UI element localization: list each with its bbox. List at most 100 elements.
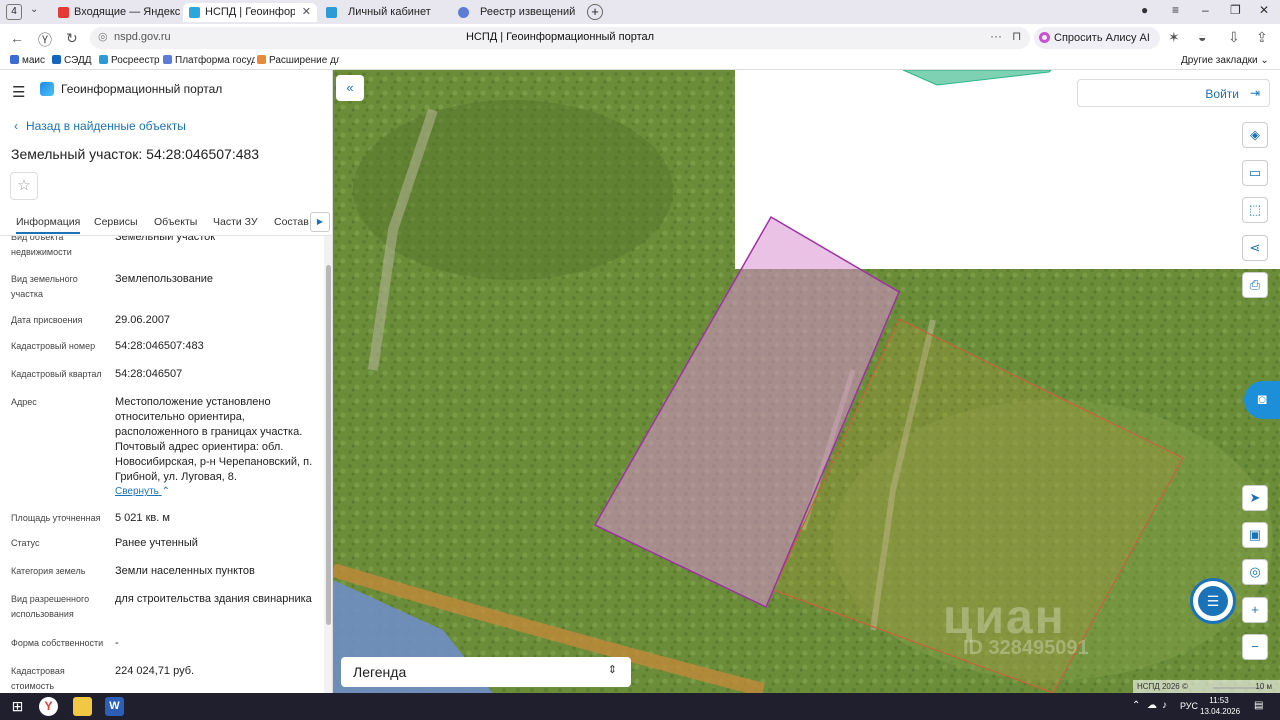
url-field[interactable]: ◎ nspd.gov.ru НСПД | Геоинформационный п… [90, 27, 1030, 49]
other-bookmarks[interactable]: Другие закладки ⌄ [1181, 55, 1269, 66]
word-icon[interactable]: W [105, 697, 124, 716]
property-label: Вид объекта недвижимости [11, 236, 72, 257]
collapse-panel-button[interactable]: « [336, 75, 364, 101]
geolocation-button[interactable]: ◎ [1242, 559, 1268, 585]
chat-bubble-icon: ◙ [1257, 391, 1267, 408]
caret-right-icon: ▶ [316, 217, 324, 226]
back-arrow-icon[interactable]: ← [10, 30, 24, 46]
more-icon[interactable]: ··· [990, 29, 1002, 43]
bookmark-sedd[interactable]: СЭДД [52, 55, 92, 66]
minimize-icon[interactable]: – [1202, 3, 1209, 17]
tab-objects[interactable]: Объекты [154, 216, 197, 228]
minus-icon: − [1251, 639, 1259, 654]
browser-tab-label: НСПД | Геоинформационный портал [205, 6, 295, 18]
extensions-icon[interactable]: ✶ [1168, 29, 1180, 46]
close-tab-icon[interactable]: ✕ [302, 3, 311, 22]
zoom-out-button[interactable]: − [1242, 634, 1268, 660]
windows-start-icon[interactable]: ⊞ [8, 697, 27, 716]
menu-icon[interactable]: ≡ [1172, 3, 1179, 17]
windows-taskbar: ⊞ Y W ⌃ ☁ ♪ РУС 11:53 13.04.2026 ▤ [0, 693, 1280, 720]
property-label: Дата присвоения [11, 315, 83, 325]
browser-tab-nspd[interactable]: НСПД | Геоинформационный портал ✕ [183, 3, 317, 22]
legend-dropdown[interactable]: Легенда ⇕ [341, 657, 631, 687]
collapse-address-link[interactable]: Свернуть ⌃ [115, 486, 170, 497]
tray-chevron-icon[interactable]: ⌃ [1132, 700, 1140, 711]
bookmark-extension[interactable]: Расширение для... [257, 55, 339, 66]
reload-icon[interactable]: ↻ [66, 30, 78, 47]
zoom-in-button[interactable]: + [1242, 597, 1268, 623]
alice-label: Спросить Алису AI [1054, 32, 1150, 44]
tab-info[interactable]: Информация [16, 216, 81, 234]
property-label: Кадастровый квартал [11, 369, 102, 379]
tab-composition[interactable]: Состав [274, 216, 309, 228]
select-area-button[interactable]: ⬚ [1242, 197, 1268, 223]
property-label: Кадастровая стоимость [11, 666, 65, 691]
browser-tab-mail[interactable]: Входящие — Яндекс Почта [52, 3, 180, 22]
property-label: Форма собственности [11, 638, 104, 648]
tabs-scroll-right-button[interactable]: ▶ [310, 212, 330, 232]
clock[interactable]: 11:53 13.04.2026 [1200, 695, 1241, 717]
hamburger-menu-icon[interactable]: ☰ [12, 83, 25, 101]
sort-arrows-icon: ⇕ [607, 664, 617, 676]
property-label: Адрес [11, 397, 37, 407]
new-tab-button[interactable]: + [587, 4, 603, 20]
layers-button[interactable]: ◈ [1242, 122, 1268, 148]
property-value: 5 021 кв. м [115, 512, 170, 524]
measure-button[interactable]: ▭ [1242, 160, 1268, 186]
legend-label: Легенда [353, 664, 407, 680]
bookmark-platform[interactable]: Платформа госуд... [163, 55, 255, 66]
browser-tab-registry[interactable]: Реестр извещений [452, 3, 582, 22]
minimap-icon: ▣ [1248, 527, 1262, 542]
print-button[interactable]: ⎙ [1242, 272, 1268, 298]
star-icon: ☆ [17, 177, 31, 194]
yandex-icon[interactable]: Ⓨ [38, 30, 52, 50]
locate-button[interactable]: ➤ [1242, 485, 1268, 511]
share-page-icon[interactable]: ⇪ [1256, 29, 1268, 46]
yandex-browser-icon[interactable]: Y [39, 697, 58, 716]
login-button[interactable]: Войти ⇥ [1077, 79, 1270, 107]
network-icon[interactable]: ☁ [1147, 700, 1157, 711]
registry-favicon-icon [458, 7, 469, 18]
restore-icon[interactable]: ❐ [1230, 3, 1241, 17]
scale-label: 10 м [1255, 682, 1272, 691]
browser-tab-cabinet[interactable]: Личный кабинет [320, 3, 450, 22]
browser-tab-bar: 4 ⌄ Входящие — Яндекс Почта НСПД | Геоин… [0, 0, 1280, 24]
page-title: Земельный участок: 54:28:046507:483 [11, 146, 260, 162]
notifications-icon[interactable]: ▤ [1254, 700, 1263, 711]
map-view[interactable]: « Войти ⇥ ◈ ▭ ⬚ ⋖ ⎙ ◙ ➤ ▣ ◎ + − ☰ циан I… [333, 70, 1280, 693]
watermark-id: ID 328495091 [963, 637, 1089, 659]
satellite-map[interactable] [333, 70, 1280, 693]
property-label: Вид земельного участка [11, 274, 78, 299]
language-indicator[interactable]: РУС [1180, 701, 1198, 711]
navigation-arrow-icon: ➤ [1249, 490, 1261, 505]
clock-date: 13.04.2026 [1200, 707, 1241, 716]
ask-alice-button[interactable]: Спросить Алису AI [1034, 27, 1160, 49]
tab-services[interactable]: Сервисы [94, 216, 138, 228]
ruler-icon: ▭ [1248, 165, 1262, 180]
volume-icon[interactable]: ♪ [1162, 700, 1167, 711]
portal-name: Геоинформационный портал [61, 82, 223, 96]
vegetation-patch [353, 100, 673, 280]
feedback-widget-button[interactable]: ◙ [1244, 381, 1280, 419]
back-to-results-link[interactable]: ‹ Назад в найденные объекты [14, 119, 186, 133]
minimap-button[interactable]: ▣ [1242, 522, 1268, 548]
downloads-icon[interactable]: ⇩ [1228, 29, 1240, 46]
bookmark-icon [52, 55, 61, 64]
panel-scrollbar-thumb[interactable] [326, 265, 331, 625]
property-label: Вид разрешенного использования [11, 594, 90, 619]
tab-parts[interactable]: Части ЗУ [213, 216, 258, 228]
close-window-icon[interactable]: ✕ [1259, 3, 1269, 17]
chat-assistant-button[interactable]: ☰ [1190, 578, 1236, 624]
bookmark-icon[interactable]: ⊓ [1012, 29, 1021, 43]
profile-icon[interactable]: ● [1141, 3, 1148, 17]
file-explorer-icon[interactable] [73, 697, 92, 716]
bookmark-rosreestr[interactable]: Росреестр [99, 55, 160, 66]
share-button[interactable]: ⋖ [1242, 235, 1268, 261]
print-icon: ⎙ [1249, 277, 1261, 292]
bookmark-mais[interactable]: маис [10, 55, 45, 66]
favorite-star-button[interactable]: ☆ [10, 172, 38, 200]
hat-icon[interactable]: ◒ [1198, 29, 1206, 45]
tab-list-chevron-icon[interactable]: ⌄ [30, 4, 38, 15]
alice-icon [1039, 32, 1050, 43]
tab-count-badge[interactable]: 4 [6, 4, 22, 20]
